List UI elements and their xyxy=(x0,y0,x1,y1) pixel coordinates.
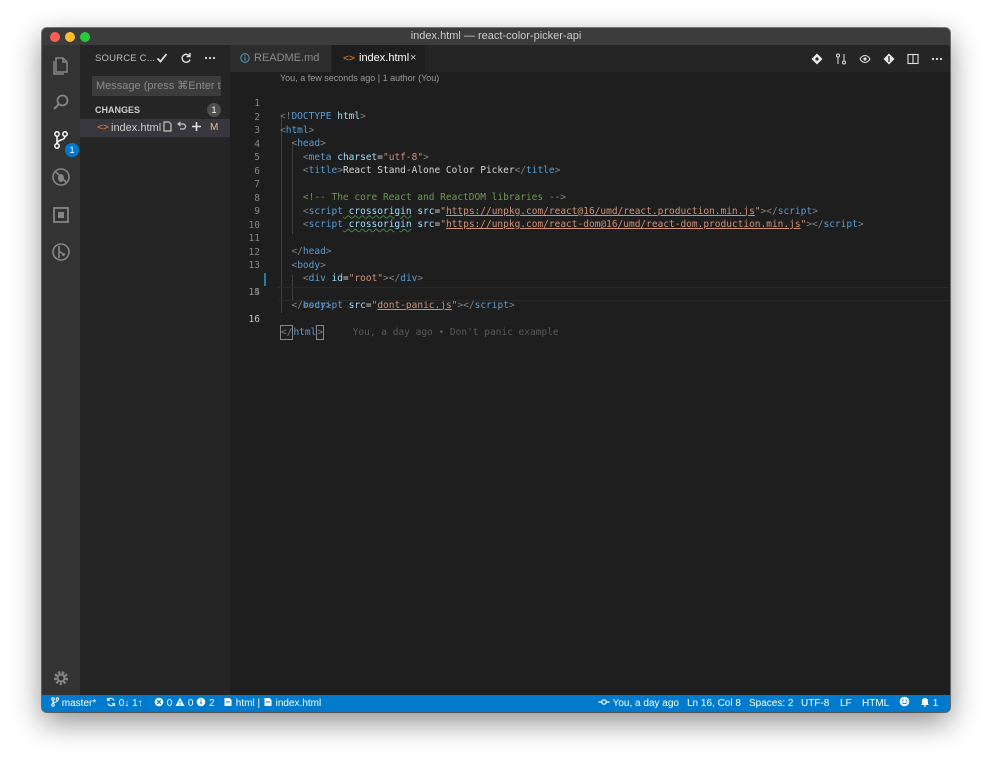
codelens-authors[interactable]: You, a few seconds ago | 1 author (You) xyxy=(280,73,439,83)
extensions-icon[interactable] xyxy=(48,202,74,228)
branch-icon xyxy=(51,697,60,707)
changed-file-name: index.html xyxy=(111,122,162,134)
code-line: 2 <html> xyxy=(230,98,950,136)
code-line: 15 </body> xyxy=(230,273,950,311)
code-line-active: 16 </html> You, a day ago • Don't panic … xyxy=(230,286,950,340)
vscode-window: index.html — react-color-picker-api 1 SO… xyxy=(42,28,950,712)
activity-bar: 1 xyxy=(42,45,80,695)
debug-icon[interactable] xyxy=(48,164,74,190)
discard-changes-icon[interactable] xyxy=(175,121,187,135)
branch-status[interactable]: master* xyxy=(51,695,96,712)
more-actions-icon[interactable] xyxy=(202,50,218,66)
language-status[interactable]: HTML xyxy=(862,695,889,712)
notifications-status[interactable]: 1 xyxy=(920,695,938,712)
html-file-icon: <> xyxy=(97,122,110,133)
close-tab-button[interactable]: × xyxy=(410,45,416,72)
changed-file-item[interactable]: <> index.html M xyxy=(80,119,230,137)
bell-icon xyxy=(921,698,929,707)
split-editor-icon[interactable] xyxy=(905,51,921,67)
search-icon[interactable] xyxy=(48,89,74,115)
code-line: 8 <script crossorigin src="https://unpkg… xyxy=(230,179,950,217)
eol-status[interactable]: LF xyxy=(840,695,852,712)
indentation-status[interactable]: Spaces: 2 xyxy=(749,695,793,712)
changes-count-badge: 1 xyxy=(207,103,221,117)
tab-index-html-label: index.html xyxy=(359,52,410,64)
tab-index-html[interactable]: <> index.html × xyxy=(332,45,425,72)
commit-check-icon[interactable] xyxy=(154,50,170,66)
problems-status[interactable]: 0 0 2 xyxy=(154,695,215,712)
stage-changes-icon[interactable] xyxy=(190,121,202,135)
encoding-status[interactable]: UTF-8 xyxy=(801,695,829,712)
current-line-highlight xyxy=(278,286,950,301)
code-line: 5 <title>React Stand-Alone Color Picker<… xyxy=(230,138,950,176)
tab-readme-label: README.md xyxy=(254,52,320,64)
commit-icon xyxy=(598,699,610,705)
open-file-icon[interactable] xyxy=(161,121,173,135)
code-line: 3 <head> xyxy=(230,111,950,149)
file-status-modified: M xyxy=(210,122,219,133)
open-changes-icon[interactable] xyxy=(833,51,849,67)
sidebar-header: SOURCE C... xyxy=(80,45,230,72)
files-icon[interactable] xyxy=(48,52,74,78)
code-line: 4 <meta charset="utf-8"> xyxy=(230,125,950,163)
editor-more-actions-icon[interactable] xyxy=(929,51,945,67)
gear-icon[interactable] xyxy=(48,665,74,691)
code-line: 6 xyxy=(230,152,950,177)
info-icon xyxy=(240,45,250,72)
refresh-icon[interactable] xyxy=(178,50,194,66)
previous-revision-icon[interactable] xyxy=(881,51,897,67)
code-line: 7 <!-- The core React and ReactDOM libra… xyxy=(230,165,950,203)
commit-message-input[interactable]: Message (press ⌘Enter to commit) xyxy=(92,76,221,96)
error-icon xyxy=(154,697,164,707)
breadcrumb-status[interactable]: html | index.html xyxy=(223,695,321,712)
tab-readme[interactable]: README.md xyxy=(230,45,332,72)
window-title: index.html — react-color-picker-api xyxy=(410,30,582,42)
gitlens-compare-icon[interactable] xyxy=(809,51,825,67)
code-line: 11 </head> xyxy=(230,219,950,257)
code-line: 13 <div id="root"></div> xyxy=(230,246,950,284)
info-icon xyxy=(196,697,206,707)
title-bar: index.html — react-color-picker-api xyxy=(42,28,950,45)
code-line: 14 <script src="dont-panic.js"></script> xyxy=(230,260,950,311)
scm-badge: 1 xyxy=(65,143,79,157)
editor-area: README.md <> index.html × You, a few sec… xyxy=(230,45,950,695)
blame-status[interactable]: You, a day ago xyxy=(598,695,679,712)
code-line: 1 <!DOCTYPE html> xyxy=(230,84,950,122)
tab-bar: README.md <> index.html × xyxy=(230,45,950,72)
file-history-icon xyxy=(224,698,232,706)
sidebar-title: SOURCE C... xyxy=(95,53,156,64)
file-history-icon xyxy=(264,698,272,706)
code-line: 12 <body> xyxy=(230,233,950,271)
gitlens-icon[interactable] xyxy=(48,239,74,265)
code-line: 9 <script crossorigin src="https://unpkg… xyxy=(230,192,950,230)
html-icon: <> xyxy=(343,53,356,64)
line-number: 16 xyxy=(248,313,260,325)
sync-icon xyxy=(106,697,116,707)
source-control-sidebar: SOURCE C... Message (press ⌘Enter to com… xyxy=(80,45,230,695)
changes-label: CHANGES xyxy=(95,105,141,115)
toggle-blame-icon[interactable] xyxy=(857,51,873,67)
inline-blame: You, a day ago • Don't panic example xyxy=(352,326,559,338)
cursor-position-status[interactable]: Ln 16, Col 8 xyxy=(687,695,741,712)
sync-status[interactable]: 0↓ 1↑ xyxy=(106,695,143,712)
code-line: 10 xyxy=(230,206,950,231)
matched-bracket: </ xyxy=(280,324,294,340)
status-bar: master* 0↓ 1↑ 0 0 2 html | index.html Yo… xyxy=(42,695,950,712)
matched-bracket: > xyxy=(316,324,325,340)
feedback-smiley-icon[interactable] xyxy=(899,695,910,712)
changes-section-header[interactable]: CHANGES 1 xyxy=(80,101,230,119)
warning-icon xyxy=(175,697,185,706)
source-control-icon[interactable]: 1 xyxy=(48,127,79,157)
